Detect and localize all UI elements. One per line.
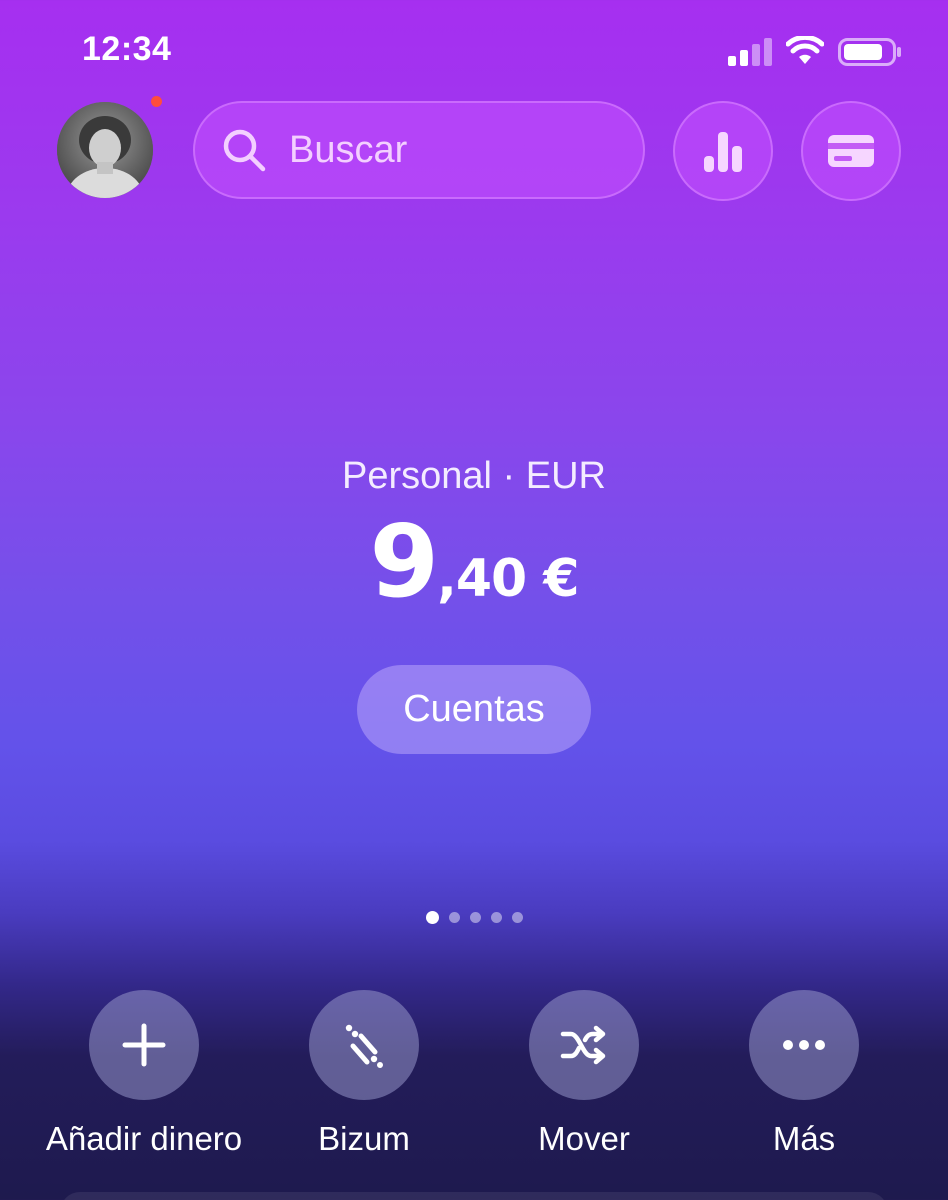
- shuffle-icon: [560, 1025, 606, 1065]
- search-input[interactable]: Buscar: [193, 101, 645, 199]
- accounts-button[interactable]: Cuentas: [357, 665, 591, 754]
- cards-button[interactable]: [801, 101, 901, 201]
- page-dot[interactable]: [426, 911, 439, 924]
- account-label: Personal · EUR: [342, 455, 606, 497]
- bar-chart-icon: [704, 132, 742, 172]
- page-dot[interactable]: [470, 912, 481, 923]
- more-label: Más: [772, 1120, 836, 1157]
- plus-icon: [122, 1023, 166, 1067]
- credit-card-icon: [828, 135, 874, 167]
- search-placeholder: Buscar: [289, 128, 408, 171]
- bottom-sheet-handle[interactable]: [60, 1192, 888, 1200]
- bizum-label: Bizum: [318, 1120, 410, 1157]
- page-dot[interactable]: [449, 912, 460, 923]
- notification-dot: [151, 96, 162, 107]
- balance-whole: 9: [369, 503, 440, 620]
- search-icon: [223, 129, 266, 172]
- more-action[interactable]: Más: [694, 990, 914, 1158]
- more-dots-icon: [783, 1040, 825, 1050]
- move-label: Mover: [538, 1120, 630, 1157]
- move-action[interactable]: Mover: [474, 990, 694, 1158]
- battery-icon: [838, 38, 901, 66]
- balance-amount: 9,40 €: [0, 512, 948, 612]
- bizum-action[interactable]: Bizum: [254, 990, 474, 1158]
- avatar-photo: [57, 102, 153, 198]
- add-money-label: Añadir dinero: [45, 1120, 243, 1157]
- wifi-icon: [786, 36, 824, 64]
- more-button[interactable]: [749, 990, 859, 1100]
- cellular-signal-icon: [728, 38, 772, 66]
- page-dot[interactable]: [491, 912, 502, 923]
- page-dot[interactable]: [512, 912, 523, 923]
- balance-decimals: ,40 €: [437, 549, 579, 609]
- status-bar: 12:34: [0, 0, 948, 100]
- status-time: 12:34: [82, 30, 172, 68]
- stats-button[interactable]: [673, 101, 773, 201]
- add-money-action[interactable]: Añadir dinero: [34, 990, 254, 1158]
- bizum-button[interactable]: [309, 990, 419, 1100]
- page-indicator: [426, 911, 523, 924]
- bizum-icon: [345, 1024, 383, 1068]
- profile-avatar[interactable]: [57, 102, 153, 198]
- add-money-button[interactable]: [89, 990, 199, 1100]
- move-button[interactable]: [529, 990, 639, 1100]
